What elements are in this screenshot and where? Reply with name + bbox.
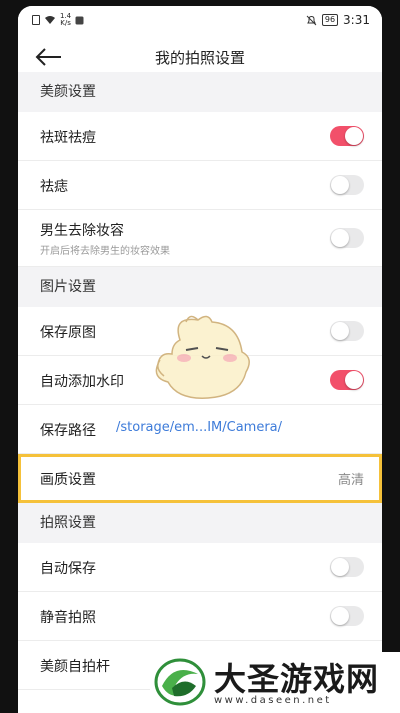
mascot-watermark-image — [155, 315, 250, 399]
row-label: 保存路径 — [40, 423, 96, 439]
row-image-quality[interactable]: 画质设置 高清 — [18, 454, 382, 503]
site-watermark: 大圣游戏网 www.daseen.net — [150, 652, 400, 713]
app-notification-icon — [75, 16, 84, 24]
row-label: 美颜自拍杆 — [40, 659, 110, 675]
acne-removal-toggle[interactable] — [330, 126, 364, 146]
row-label: 男生去除妆容 — [40, 223, 124, 239]
page-title: 我的拍照设置 — [154, 49, 245, 67]
row-acne-removal[interactable]: 祛斑祛痘 — [18, 112, 382, 161]
battery-indicator: 96 — [321, 14, 339, 26]
section-picture-header: 图片设置 — [18, 267, 382, 307]
row-silent-shot[interactable]: 静音拍照 — [18, 592, 382, 641]
wifi-icon — [45, 16, 55, 24]
status-time: 3:31 — [343, 13, 370, 27]
mute-bell-icon — [306, 15, 317, 25]
toggle-knob — [331, 229, 349, 247]
row-male-makeup-removal[interactable]: 男生去除妆容 开启后将去除男生的妆容效果 — [18, 210, 382, 267]
network-speed: 1.4 K/s — [60, 13, 71, 27]
site-logo-icon — [154, 658, 206, 706]
toggle-knob — [331, 607, 349, 625]
row-label: 静音拍照 — [40, 610, 96, 626]
row-label: 画质设置 — [40, 472, 96, 488]
toggle-knob — [345, 127, 363, 145]
row-save-path[interactable]: 保存路径 /storage/em...IM/Camera/ — [18, 405, 382, 454]
row-label: 祛痣 — [40, 179, 68, 195]
row-label: 自动添加水印 — [40, 374, 124, 390]
auto-save-toggle[interactable] — [330, 557, 364, 577]
site-name: 大圣游戏网 — [214, 660, 380, 698]
toggle-knob — [331, 558, 349, 576]
save-path-value[interactable]: /storage/em...IM/Camera/ — [116, 420, 282, 435]
sim-icon — [32, 15, 40, 25]
row-label: 祛斑祛痘 — [40, 130, 96, 146]
save-original-toggle[interactable] — [330, 321, 364, 341]
row-auto-save[interactable]: 自动保存 — [18, 543, 382, 592]
row-mole-removal[interactable]: 祛痣 — [18, 161, 382, 210]
row-description: 开启后将去除男生的妆容效果 — [40, 246, 170, 257]
quality-value: 高清 — [337, 473, 364, 488]
toggle-knob — [331, 176, 349, 194]
auto-watermark-toggle[interactable] — [330, 370, 364, 390]
toggle-knob — [331, 322, 349, 340]
silent-shot-toggle[interactable] — [330, 606, 364, 626]
male-makeup-toggle[interactable] — [330, 228, 364, 248]
status-right: 96 3:31 — [306, 13, 370, 27]
speed-unit: K/s — [60, 19, 71, 27]
toggle-knob — [345, 371, 363, 389]
section-beauty-header: 美颜设置 — [18, 72, 382, 112]
section-shooting-header: 拍照设置 — [18, 503, 382, 543]
status-left: 1.4 K/s — [32, 13, 84, 27]
site-url: www.daseen.net — [214, 695, 332, 706]
status-bar: 1.4 K/s 96 3:31 — [18, 6, 382, 34]
row-label: 保存原图 — [40, 325, 96, 341]
mole-removal-toggle[interactable] — [330, 175, 364, 195]
row-label: 自动保存 — [40, 561, 96, 577]
